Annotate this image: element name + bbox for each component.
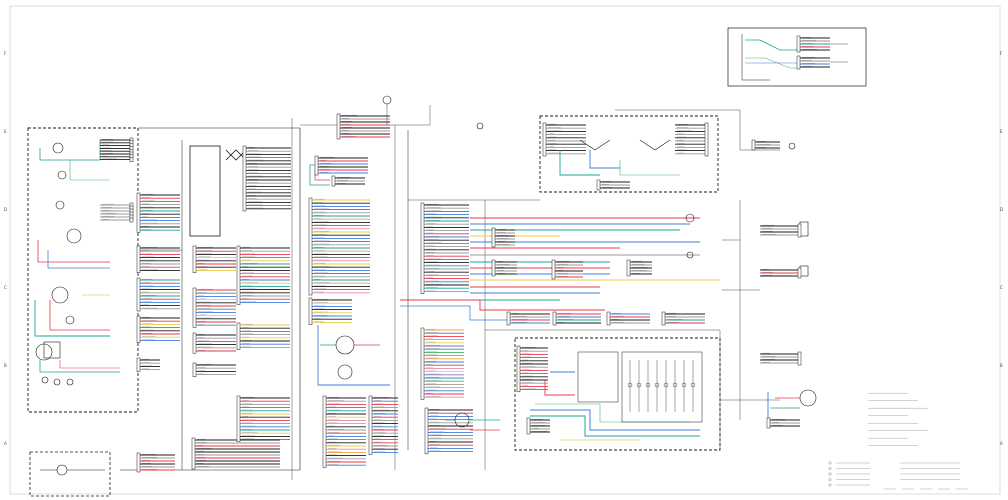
connector-bar (491, 259, 496, 277)
connector-bar (322, 395, 327, 468)
connector-bar (368, 395, 373, 455)
connector-bar (136, 452, 141, 473)
connector-bar (308, 197, 313, 296)
connector-bar (542, 122, 547, 157)
connector-bar (526, 417, 531, 435)
frame-row-label: D (1000, 207, 1003, 212)
connector-bar (626, 259, 631, 277)
frame-row-label: C (1000, 285, 1003, 290)
connector-bar (552, 311, 557, 326)
connector-bar (308, 297, 313, 325)
frame-row-label: A (1000, 441, 1003, 446)
connector-bar (192, 287, 197, 328)
frame-row-label: D (4, 207, 7, 212)
connector-bar (661, 311, 666, 326)
connector-bar (236, 322, 241, 350)
connector-bar (766, 417, 771, 429)
connector-bar (192, 332, 197, 354)
connector-bar (136, 245, 141, 273)
connector-bar (236, 395, 241, 443)
connector-bar (136, 357, 141, 373)
connector-bar (136, 192, 141, 233)
connector-bar (331, 175, 336, 187)
connector-bar (420, 327, 425, 400)
connector-bar (424, 407, 429, 455)
connector-bar (796, 55, 801, 70)
connector-bar (516, 345, 521, 393)
connector-bar (336, 113, 341, 140)
connector-bar (242, 145, 247, 212)
connector-bar (751, 139, 756, 151)
connector-bar (191, 437, 196, 470)
connector-bar (192, 362, 197, 378)
frame-row-label: B (4, 363, 7, 368)
connector-bar (136, 315, 141, 343)
connector-bar (606, 311, 611, 326)
connector-bar (797, 267, 802, 279)
connector-bar (236, 245, 241, 305)
connector-bar (704, 122, 709, 157)
connector-bar (491, 227, 496, 248)
frame-row-label: C (4, 285, 7, 290)
frame-row-label: A (4, 441, 7, 446)
connector-bar (551, 259, 556, 280)
connector-bar (314, 155, 319, 176)
wiring-schematic-sheet: FEDCBA FEDCBA (0, 0, 1008, 500)
connector-bar (129, 157, 134, 162)
connector-bar (596, 179, 601, 191)
connector-bar (136, 277, 141, 312)
connector-bar (797, 351, 802, 366)
connector-bar (420, 202, 425, 294)
connector-bar (192, 245, 197, 273)
frame-row-label: B (1000, 363, 1003, 368)
connector-bar (129, 217, 134, 223)
connector-bar (796, 35, 801, 53)
connector-bar (506, 311, 511, 326)
connector-bar (797, 223, 802, 238)
